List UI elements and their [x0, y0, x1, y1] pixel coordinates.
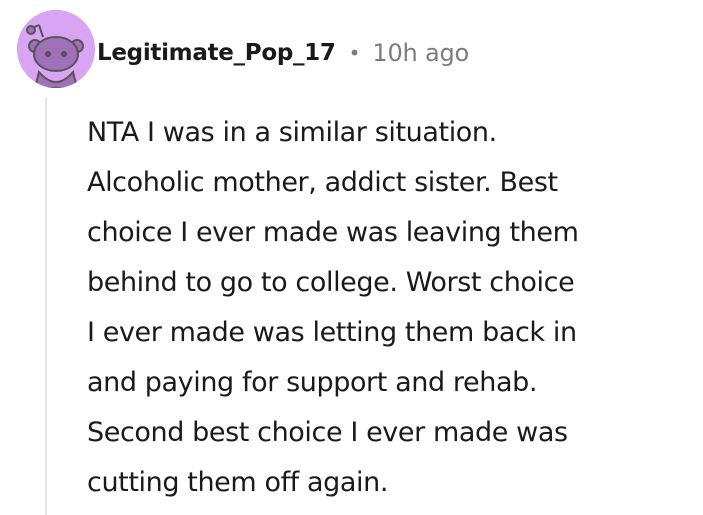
comment-body-line: and paying for support and rehab.	[87, 367, 538, 398]
snoo-avatar-graphic	[17, 10, 95, 88]
comment-body-line: Alcoholic mother, addict sister. Best	[87, 167, 558, 198]
comment-timestamp[interactable]: 10h ago	[372, 39, 469, 67]
comment-body-line: cutting them off again.	[87, 467, 388, 498]
comment: Legitimate_Pop_17 • 10h ago NTA I was in…	[0, 0, 703, 515]
comment-body-line: I ever made was letting them back in	[87, 317, 577, 348]
snoo-avatar-icon[interactable]	[17, 10, 95, 88]
comment-body-line: Second best choice I ever made was	[87, 417, 568, 448]
comment-body: NTA I was in a similar situation. Alcoho…	[87, 108, 687, 508]
header-separator: •	[348, 41, 361, 65]
comment-body-line: behind to go to college. Worst choice	[87, 267, 575, 298]
thread-line[interactable]	[45, 98, 47, 515]
comment-body-line: NTA I was in a similar situation.	[87, 117, 497, 148]
comment-header: Legitimate_Pop_17 • 10h ago	[97, 33, 469, 73]
author-username[interactable]: Legitimate_Pop_17	[97, 40, 336, 66]
comment-body-line: choice I ever made was leaving them	[87, 217, 579, 248]
